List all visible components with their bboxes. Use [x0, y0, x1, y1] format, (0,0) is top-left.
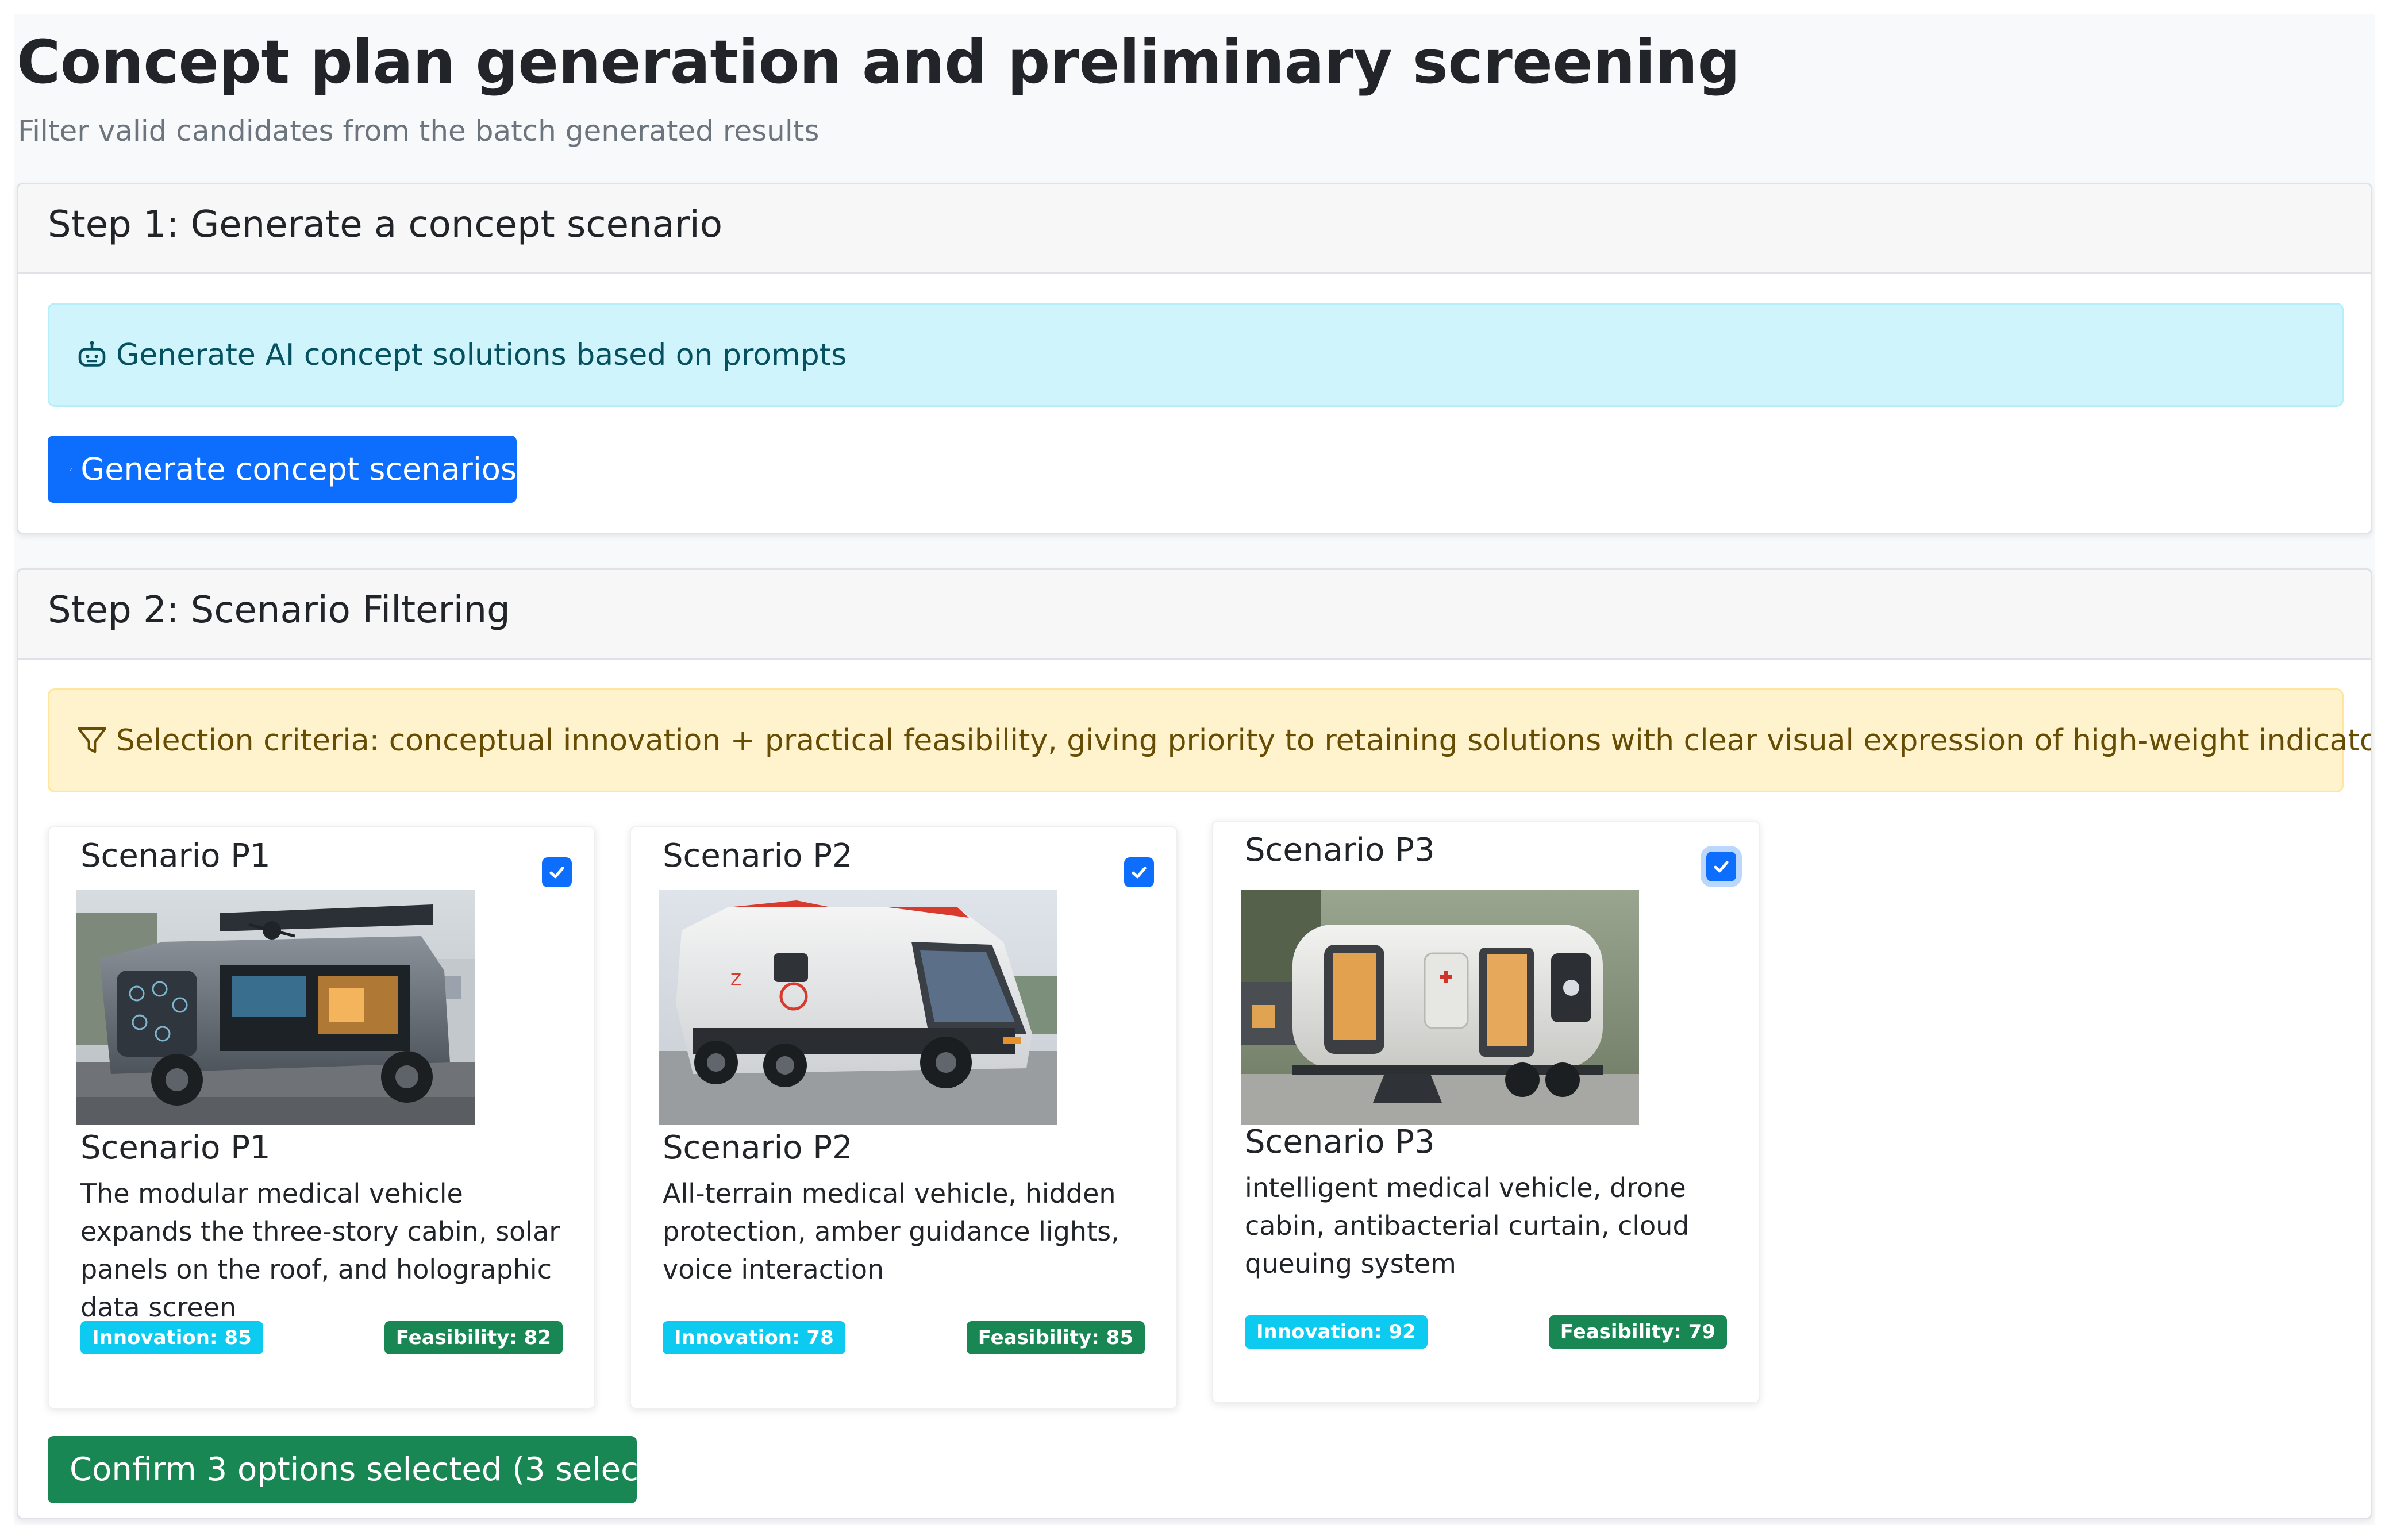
feasibility-badge: Feasibility: 85 — [966, 1321, 1145, 1354]
checkmark-icon — [549, 867, 564, 879]
step1-card: Step 1: Generate a concept scenario Gene… — [17, 183, 2372, 534]
magic-wand-icon — [70, 467, 73, 471]
scenario-checkbox-p1[interactable] — [542, 857, 572, 887]
scenario-card-p2: Scenario P2 Z Scenario P2 All-terrain me… — [630, 826, 1178, 1409]
scenario-checkbox-p2[interactable] — [1124, 857, 1154, 887]
innovation-badge: Innovation: 92 — [1245, 1315, 1428, 1349]
scenario-title: Scenario P1 — [80, 1129, 271, 1166]
filter-icon — [78, 727, 106, 753]
checkmark-icon — [1132, 867, 1147, 879]
feasibility-badge: Feasibility: 79 — [1548, 1315, 1727, 1349]
scenario-title: Scenario P3 — [1245, 1123, 1435, 1161]
scenario-checkbox-p3[interactable] — [1706, 852, 1736, 881]
step1-card-header: Step 1: Generate a concept scenario — [18, 184, 2371, 274]
scenario-label: Scenario P1 — [80, 837, 271, 875]
scenario-title: Scenario P2 — [663, 1129, 853, 1166]
confirm-selection-button[interactable]: Confirm 3 options selected (3 selected) — [48, 1436, 704, 1503]
feasibility-badge: Feasibility: 82 — [384, 1321, 563, 1354]
step2-header-title: Step 2: Scenario Filtering — [48, 589, 510, 632]
generate-scenarios-label: Generate concept scenarios — [80, 451, 517, 487]
step2-card: Step 2: Scenario Filtering Selection cri… — [17, 568, 2372, 1519]
scenario-image-p1 — [76, 890, 475, 1125]
step1-header-title: Step 1: Generate a concept scenario — [48, 203, 722, 246]
scenario-image-p2: Z — [659, 890, 1057, 1125]
scenario-card-p1: Scenario P1 Scenario P1 The modular medi… — [48, 826, 595, 1409]
selection-criteria-text: Selection criteria: conceptual innovatio… — [116, 723, 2372, 758]
scenario-card-p3: Scenario P3 Scenario P3 intelligent medi… — [1212, 821, 1760, 1403]
scenario-description: The modular medical vehicle expands the … — [80, 1178, 560, 1323]
checkmark-icon — [1714, 861, 1729, 873]
scenario-description: All-terrain medical vehicle, hidden prot… — [663, 1178, 1120, 1285]
step1-info-alert: Generate AI concept solutions based on p… — [48, 303, 2344, 407]
scenario-label: Scenario P3 — [1245, 831, 1435, 869]
selection-criteria-alert: Selection criteria: conceptual innovatio… — [48, 688, 2371, 792]
innovation-badge: Innovation: 85 — [80, 1321, 263, 1354]
svg-text:Z: Z — [730, 970, 741, 989]
page-subtitle: Filter valid candidates from the batch g… — [18, 114, 820, 148]
step1-info-text: Generate AI concept solutions based on p… — [116, 337, 847, 372]
page-title: Concept plan generation and preliminary … — [17, 27, 1740, 97]
generate-scenarios-button[interactable]: Generate concept scenarios — [48, 436, 517, 503]
scenario-image-p3 — [1241, 890, 1639, 1125]
step2-card-header: Step 2: Scenario Filtering — [18, 570, 2371, 660]
robot-icon — [78, 341, 106, 367]
scenario-description: intelligent medical vehicle, drone cabin… — [1245, 1172, 1690, 1279]
scenario-label: Scenario P2 — [663, 837, 853, 875]
innovation-badge: Innovation: 78 — [663, 1321, 845, 1354]
